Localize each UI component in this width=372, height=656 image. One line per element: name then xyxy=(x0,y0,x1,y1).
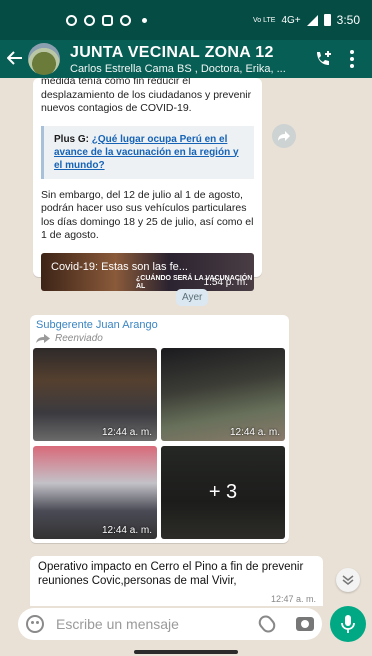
microphone-icon xyxy=(341,615,355,633)
status-bar: Vo LTE 4G+ 3:50 xyxy=(0,0,372,40)
photo-thumbnail[interactable]: 12:44 a. m. xyxy=(33,348,157,441)
kebab-menu-icon[interactable] xyxy=(338,50,366,68)
message-time: 1:54 p. m. xyxy=(203,276,248,288)
photo-grid: 12:44 a. m. 12:44 a. m. 12:44 a. m. + 3 xyxy=(33,348,285,540)
sender-name[interactable]: Subgerente Juan Arango xyxy=(36,319,285,331)
chat-header: JUNTA VECINAL ZONA 12 Carlos Estrella Ca… xyxy=(0,40,372,78)
add-call-icon[interactable] xyxy=(310,50,338,68)
forwarded-text: Reenviado xyxy=(55,333,103,344)
double-chevron-down-icon xyxy=(342,575,354,585)
quoted-link-box[interactable]: Plus G: ¿Qué lugar ocupa Perú en el avan… xyxy=(41,125,254,179)
chat-area[interactable]: medida tenía como fin reducir el desplaz… xyxy=(0,78,372,606)
message-text: Operativo impacto en Cerro el Pino a fin… xyxy=(38,561,304,587)
forwarded-arrow-icon xyxy=(36,334,50,343)
clock: 3:50 xyxy=(336,13,360,27)
photo-time: 12:44 a. m. xyxy=(101,525,152,536)
signal-icon xyxy=(306,14,318,26)
photo-time: 12:44 a. m. xyxy=(229,427,280,438)
group-name: JUNTA VECINAL ZONA 12 xyxy=(70,43,274,61)
video-title: Covid-19: Estas son las fe... xyxy=(51,260,188,273)
whatsapp-icon xyxy=(120,14,131,26)
heart-icon xyxy=(102,14,113,26)
message-input[interactable]: Escribe un mensaje xyxy=(56,616,260,632)
emoji-icon[interactable] xyxy=(26,615,44,633)
message-bubble-caption[interactable]: Operativo impacto en Cerro el Pino a fin… xyxy=(30,556,323,606)
microphone-button[interactable] xyxy=(330,606,366,642)
group-members: Carlos Estrella Cama BS , Doctora, Erika… xyxy=(70,62,286,75)
message-time: 12:47 a. m. xyxy=(270,594,316,604)
camera-icon[interactable] xyxy=(296,617,314,631)
message-bubble-article[interactable]: medida tenía como fin reducir el desplaz… xyxy=(33,78,262,291)
instagram-icon xyxy=(66,14,77,26)
forward-share-icon[interactable] xyxy=(272,124,296,148)
notification-icons xyxy=(66,14,147,26)
message-bubble-photos[interactable]: Subgerente Juan Arango Reenviado 12:44 a… xyxy=(30,315,289,543)
date-divider: Ayer xyxy=(176,289,209,306)
dot-icon xyxy=(142,17,147,23)
photo-thumbnail[interactable]: 12:44 a. m. xyxy=(33,446,157,539)
instagram-icon xyxy=(84,14,95,26)
more-photos-count: + 3 xyxy=(161,446,285,539)
gesture-bar xyxy=(134,650,238,654)
quote-prefix: Plus G: xyxy=(54,133,90,145)
message-composer[interactable]: Escribe un mensaje xyxy=(18,608,322,640)
group-avatar[interactable] xyxy=(28,43,60,75)
battery-icon xyxy=(323,14,331,26)
photo-thumbnail[interactable]: 12:44 a. m. xyxy=(161,348,285,441)
video-thumbnail[interactable]: Covid-19: Estas son las fe... ¿CUÁNDO SE… xyxy=(41,252,254,291)
forwarded-label: Reenviado xyxy=(36,333,285,344)
network-label: 4G+ xyxy=(281,14,301,26)
message-text: Sin embargo, del 12 de julio al 1 de ago… xyxy=(41,188,254,242)
volte-label: Vo LTE xyxy=(253,16,276,24)
back-arrow-icon[interactable] xyxy=(4,49,26,70)
message-text: medida tenía como fin reducir el desplaz… xyxy=(41,78,252,114)
photo-more-thumbnail[interactable]: + 3 xyxy=(161,446,285,539)
scroll-down-button[interactable] xyxy=(336,568,360,592)
chat-title-box[interactable]: JUNTA VECINAL ZONA 12 Carlos Estrella Ca… xyxy=(70,44,310,75)
photo-time: 12:44 a. m. xyxy=(101,427,152,438)
